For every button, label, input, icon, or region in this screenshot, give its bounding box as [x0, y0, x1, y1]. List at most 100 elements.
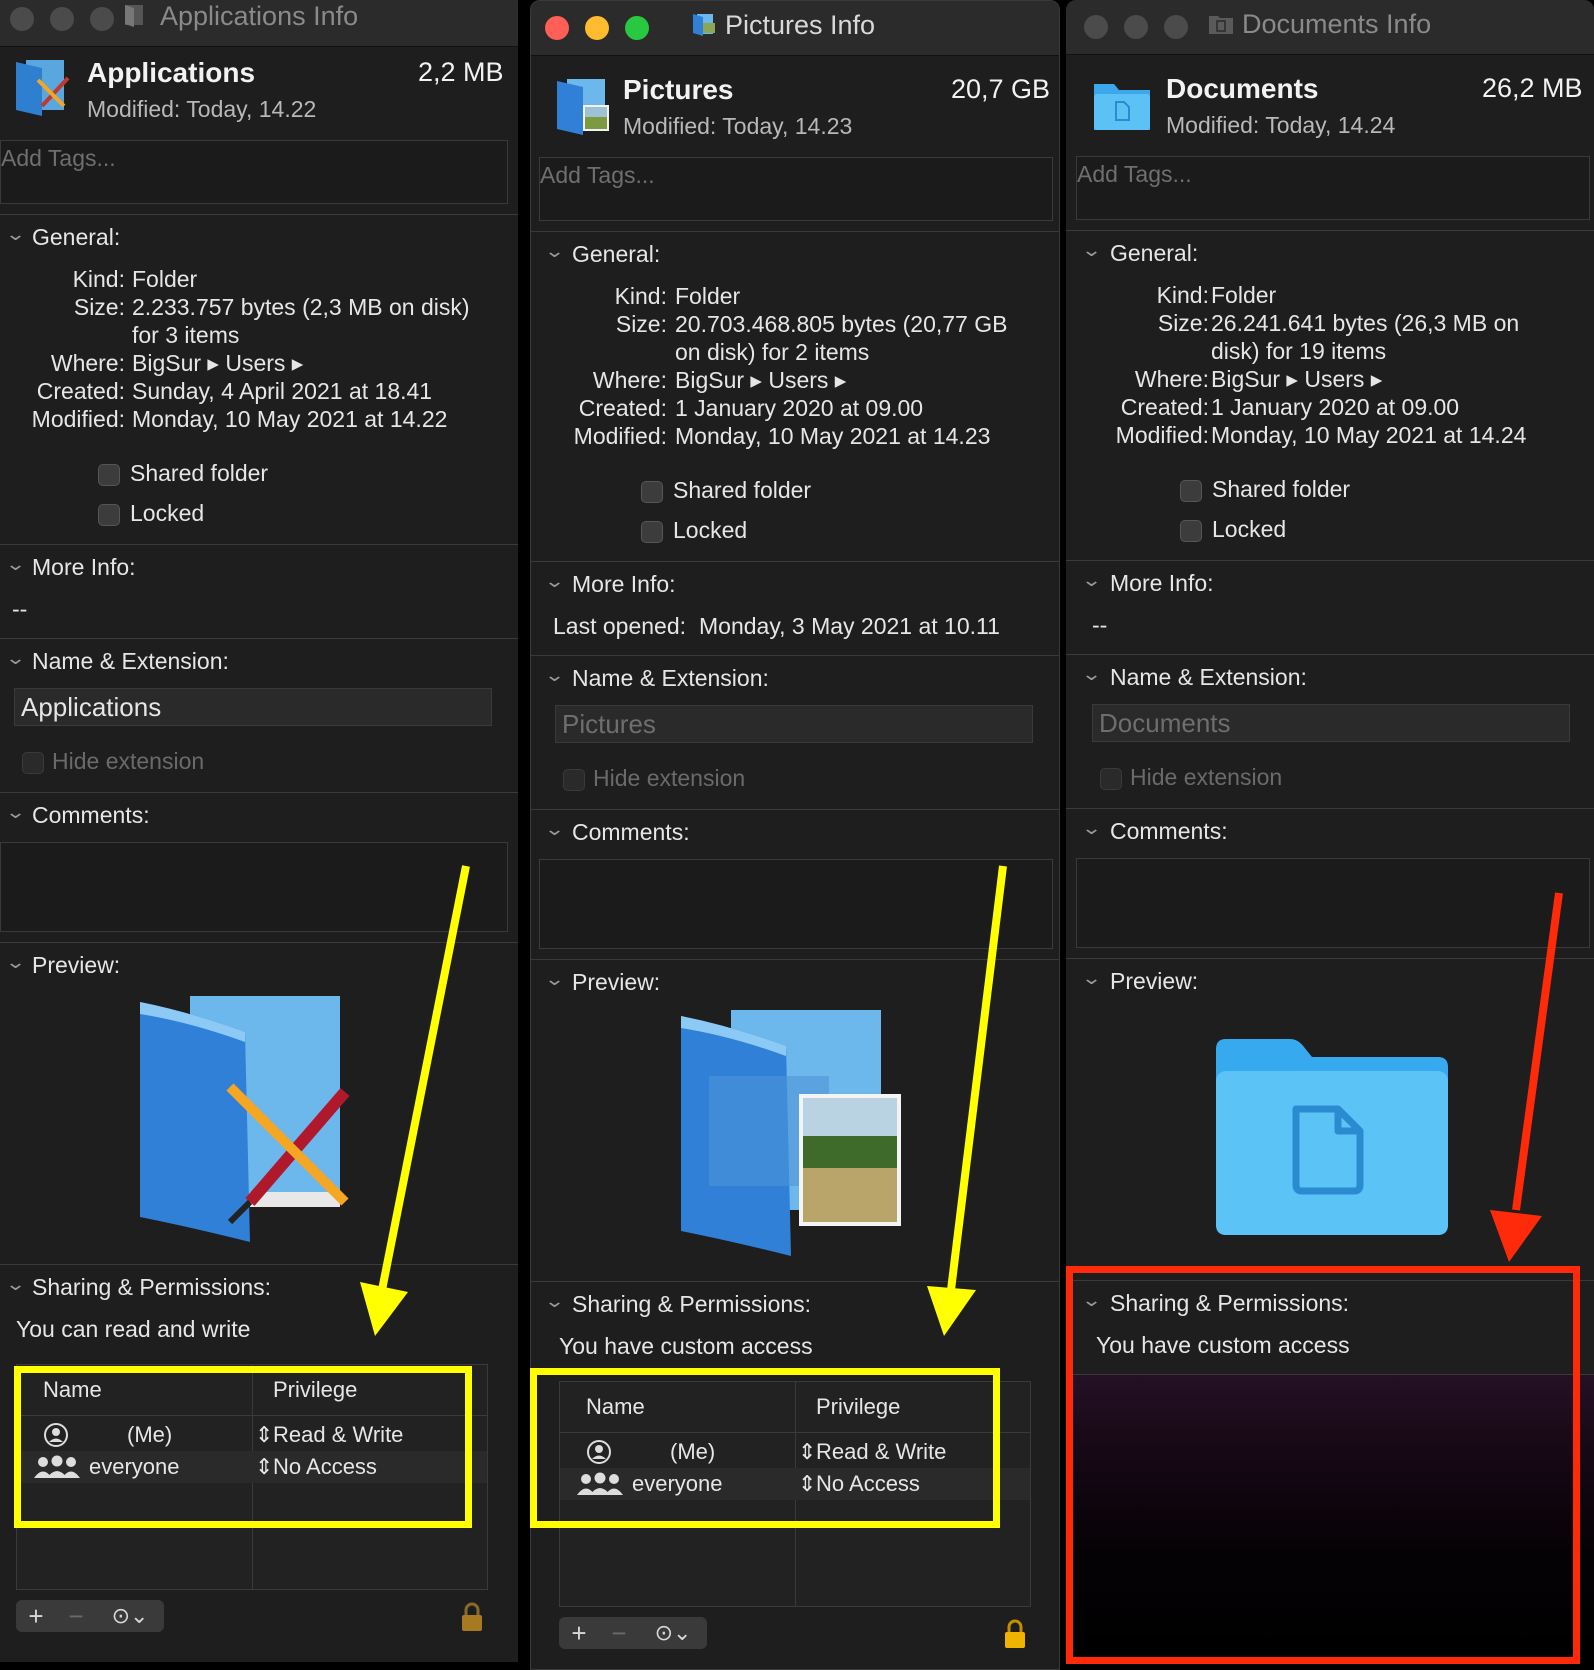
zoom-button[interactable]: [90, 7, 114, 31]
add-user-button[interactable]: +: [16, 1600, 56, 1632]
section-comments[interactable]: Comments:: [572, 819, 690, 846]
tags-field[interactable]: Add Tags...: [539, 157, 1053, 221]
applications-folder-icon: [125, 5, 143, 27]
chevron-down-icon[interactable]: ⌄: [5, 554, 26, 575]
kind-label: Kind:: [72, 266, 125, 292]
section-sharing-permissions[interactable]: Sharing & Permissions:: [572, 1291, 811, 1318]
chevron-down-icon[interactable]: ⌄: [544, 571, 565, 592]
add-user-button[interactable]: +: [559, 1617, 599, 1649]
shared-folder-checkbox[interactable]: [641, 481, 663, 503]
chevron-down-icon[interactable]: ⌄: [5, 802, 26, 823]
shared-folder-label: Shared folder: [130, 460, 269, 486]
modified-value: Monday, 10 May 2021 at 14.22: [132, 406, 448, 432]
more-info-value: --: [1092, 612, 1108, 638]
comments-field[interactable]: [539, 859, 1053, 949]
section-general[interactable]: General:: [32, 224, 120, 251]
where-label: Where:: [50, 350, 125, 376]
section-general[interactable]: General:: [572, 241, 660, 268]
lock-icon[interactable]: [1003, 1619, 1027, 1649]
chevron-down-icon[interactable]: ⌄: [544, 241, 565, 262]
kind-value: Folder: [675, 283, 741, 309]
applications-folder-icon: [16, 60, 70, 116]
section-comments[interactable]: Comments:: [32, 802, 150, 829]
locked-checkbox[interactable]: [1180, 520, 1202, 542]
divider: [0, 638, 518, 639]
section-general[interactable]: General:: [1110, 240, 1198, 267]
created-value: 1 January 2020 at 09.00: [675, 395, 924, 421]
remove-user-button[interactable]: −: [56, 1600, 96, 1632]
hide-extension-label: Hide extension: [1130, 764, 1283, 790]
zoom-button[interactable]: [625, 16, 649, 40]
minimize-button[interactable]: [1124, 15, 1148, 39]
chevron-down-icon[interactable]: ⌄: [1081, 664, 1102, 685]
close-button[interactable]: [1084, 15, 1108, 39]
modified-label: Modified:: [573, 423, 667, 449]
locked-checkbox[interactable]: [641, 521, 663, 543]
name-field-value: Documents: [1099, 708, 1231, 738]
shared-folder-checkbox[interactable]: [98, 464, 120, 486]
section-more-info[interactable]: More Info:: [1110, 570, 1214, 597]
locked-label: Locked: [673, 517, 748, 543]
hide-extension-checkbox[interactable]: [22, 752, 44, 774]
hide-extension-checkbox[interactable]: [1100, 768, 1122, 790]
comments-field[interactable]: [0, 842, 508, 932]
name-field[interactable]: Documents: [1092, 704, 1570, 742]
divider: [531, 809, 1059, 810]
modified-value: Monday, 10 May 2021 at 14.24: [1211, 422, 1527, 448]
divider: [531, 655, 1059, 656]
tags-field[interactable]: Add Tags...: [1076, 156, 1590, 220]
chevron-down-icon[interactable]: ⌄: [5, 224, 26, 245]
name-field[interactable]: Pictures: [555, 705, 1033, 743]
window-title: Documents Info: [1242, 9, 1432, 39]
section-preview[interactable]: Preview:: [1110, 968, 1198, 995]
hide-extension-checkbox[interactable]: [563, 769, 585, 791]
section-more-info[interactable]: More Info:: [572, 571, 676, 598]
action-menu-button[interactable]: ⊙⌄: [643, 1617, 703, 1649]
section-preview[interactable]: Preview:: [572, 969, 660, 996]
section-preview[interactable]: Preview:: [32, 952, 120, 979]
minimize-button[interactable]: [50, 7, 74, 31]
created-label: Created:: [1120, 394, 1209, 420]
shared-folder-checkbox[interactable]: [1180, 480, 1202, 502]
divider: [0, 214, 518, 215]
shared-folder-label: Shared folder: [673, 477, 812, 503]
minimize-button[interactable]: [585, 16, 609, 40]
comments-field[interactable]: [1076, 858, 1590, 948]
size-value-line2: disk) for 19 items: [1211, 338, 1387, 364]
lock-icon[interactable]: [460, 1602, 484, 1632]
divider: [531, 959, 1059, 960]
chevron-down-icon[interactable]: ⌄: [5, 1274, 26, 1295]
close-button[interactable]: [545, 16, 569, 40]
close-button[interactable]: [10, 7, 34, 31]
chevron-down-icon[interactable]: ⌄: [1081, 968, 1102, 989]
access-summary: You can read and write: [16, 1316, 251, 1342]
section-name-extension[interactable]: Name & Extension:: [1110, 664, 1307, 691]
chevron-down-icon[interactable]: ⌄: [5, 648, 26, 669]
pictures-folder-icon: [557, 79, 609, 135]
file-name: Pictures: [623, 74, 734, 105]
more-info-value: --: [12, 596, 28, 622]
chevron-down-icon[interactable]: ⌄: [544, 969, 565, 990]
section-name-extension[interactable]: Name & Extension:: [32, 648, 229, 675]
remove-user-button[interactable]: −: [599, 1617, 639, 1649]
chevron-down-icon[interactable]: ⌄: [1081, 818, 1102, 839]
section-sharing-permissions[interactable]: Sharing & Permissions:: [32, 1274, 271, 1301]
chevron-down-icon[interactable]: ⌄: [544, 1291, 565, 1312]
section-name-extension[interactable]: Name & Extension:: [572, 665, 769, 692]
action-menu-button[interactable]: ⊙⌄: [100, 1600, 160, 1632]
chevron-down-icon[interactable]: ⌄: [1081, 240, 1102, 261]
zoom-button[interactable]: [1164, 15, 1188, 39]
section-more-info[interactable]: More Info:: [32, 554, 136, 581]
permissions-button-group: + − ⊙⌄: [16, 1600, 164, 1632]
divider: [0, 792, 518, 793]
kind-value: Folder: [1211, 282, 1277, 308]
section-comments[interactable]: Comments:: [1110, 818, 1228, 845]
chevron-down-icon[interactable]: ⌄: [1081, 570, 1102, 591]
chevron-down-icon[interactable]: ⌄: [5, 952, 26, 973]
file-size: 2,2 MB: [418, 57, 504, 87]
name-field[interactable]: Applications: [14, 688, 492, 726]
chevron-down-icon[interactable]: ⌄: [544, 665, 565, 686]
chevron-down-icon[interactable]: ⌄: [544, 819, 565, 840]
tags-field[interactable]: Add Tags...: [0, 140, 508, 204]
locked-checkbox[interactable]: [98, 504, 120, 526]
